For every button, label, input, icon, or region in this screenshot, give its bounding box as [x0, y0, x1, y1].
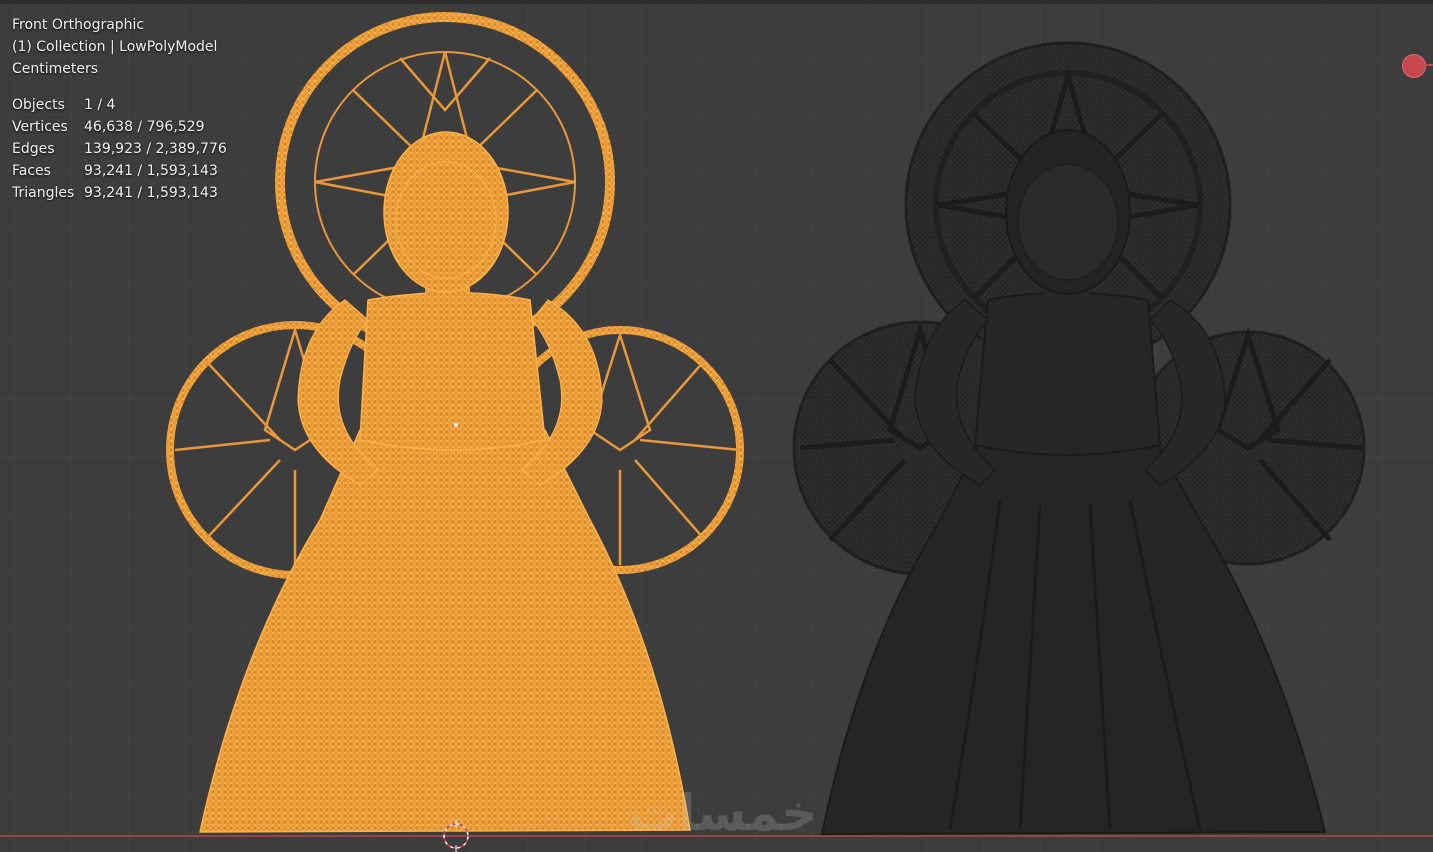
watermark-logo: خمسات [628, 784, 818, 842]
viewport-scene[interactable] [0, 0, 1433, 852]
axis-x-line [1424, 64, 1433, 66]
3d-viewport[interactable]: Front Orthographic (1) Collection | LowP… [0, 0, 1433, 852]
axis-x-icon[interactable] [1402, 54, 1426, 78]
viewport-header-edge [0, 0, 1433, 4]
